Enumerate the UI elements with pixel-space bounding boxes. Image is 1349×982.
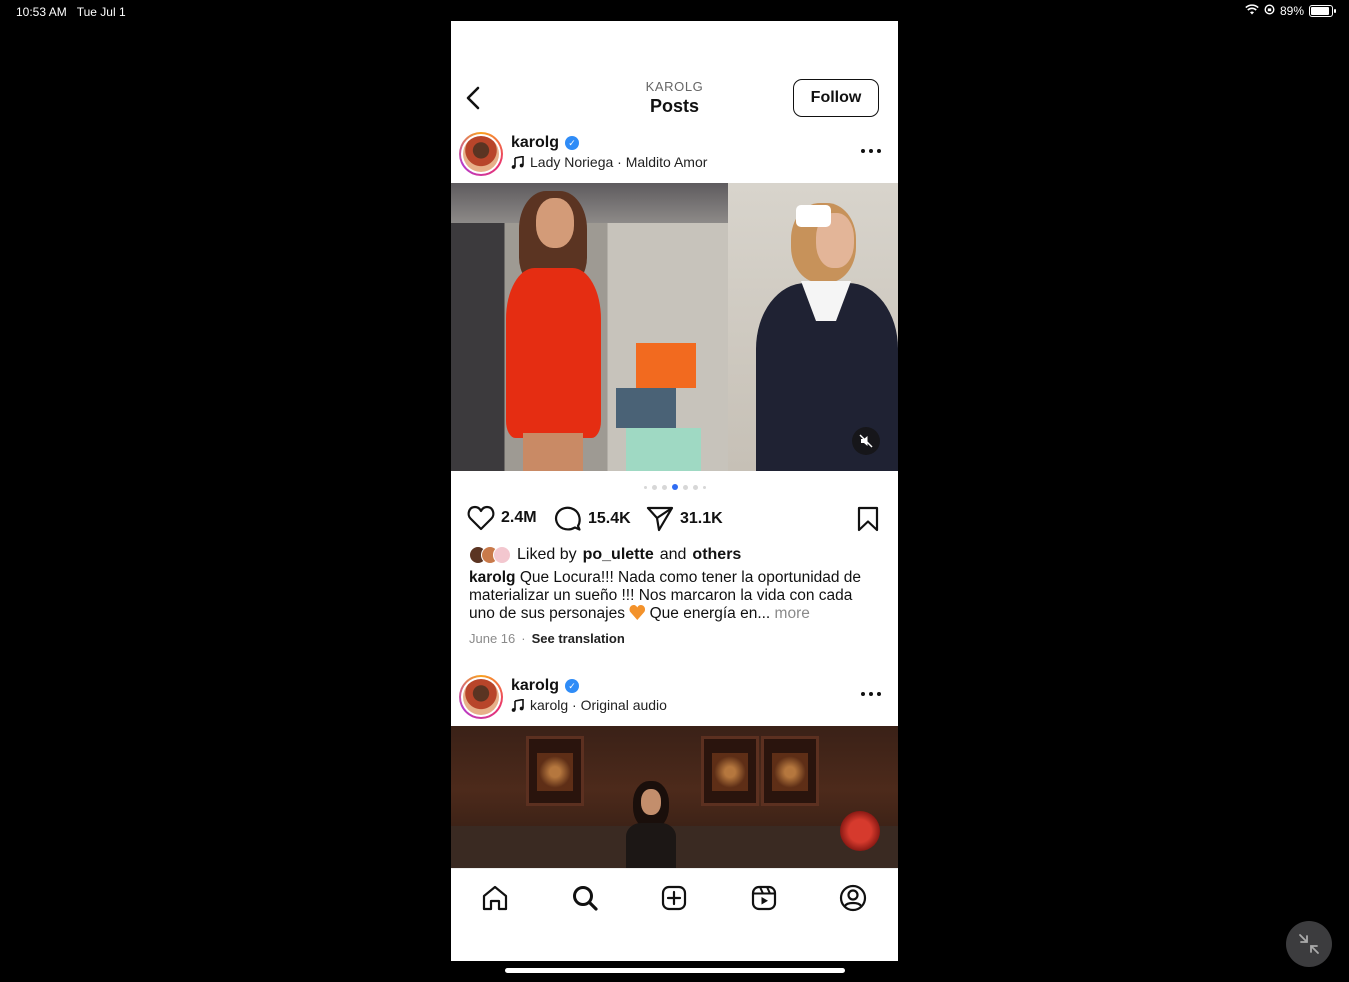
media-flowers — [840, 811, 880, 851]
liked-by-prefix: Liked by — [517, 546, 577, 563]
audio-label: karolg · Original audio — [530, 697, 667, 713]
post-header: karolg ✓ Lady Noriega · Maldito Amor — [451, 131, 898, 179]
media-orange-box — [636, 343, 696, 388]
avatar-image — [463, 679, 499, 715]
minimize-button[interactable] — [1286, 921, 1332, 967]
carousel-dot — [692, 484, 698, 490]
post-caption: karolg Que Locura!!! Nada como tener la … — [469, 569, 881, 623]
avatar[interactable] — [459, 675, 503, 719]
liker-avatar — [493, 546, 511, 564]
bottom-tab-bar — [451, 868, 898, 961]
more-options-icon[interactable] — [858, 684, 884, 704]
media-cabinet — [526, 736, 584, 806]
post-media-video[interactable] — [451, 726, 898, 868]
carousel-indicator — [451, 484, 898, 490]
tab-profile[interactable] — [836, 881, 870, 915]
battery-fill — [1311, 7, 1329, 15]
posts-header: KAROLG Posts Follow — [451, 77, 898, 135]
carousel-dot — [643, 485, 647, 489]
share-count: 31.1K — [680, 510, 723, 527]
avatar-image — [463, 136, 499, 172]
orange-heart-icon — [629, 605, 645, 620]
media-woman-nurse — [756, 203, 898, 471]
reels-icon — [751, 885, 777, 911]
post-username[interactable]: karolg — [511, 134, 559, 152]
media-cabinet — [761, 736, 819, 806]
media-woman-red-dress — [481, 183, 641, 471]
verified-badge-icon: ✓ — [565, 136, 580, 150]
search-icon — [573, 886, 598, 911]
carousel-dot — [702, 485, 706, 489]
more-options-icon[interactable] — [858, 141, 884, 161]
comment-count: 15.4K — [588, 510, 631, 527]
liker-avatars — [469, 546, 511, 564]
media-cabinet — [701, 736, 759, 806]
status-time: 10:53 AM — [16, 5, 67, 19]
like-count: 2.4M — [501, 509, 537, 526]
music-note-icon — [511, 155, 524, 169]
send-icon — [646, 506, 674, 532]
save-button[interactable] — [856, 506, 880, 537]
status-right: 89% — [1245, 4, 1336, 18]
mute-button[interactable] — [852, 427, 880, 455]
profile-icon — [839, 884, 867, 912]
carousel-dot — [651, 484, 657, 490]
comment-button[interactable]: 15.4K — [554, 505, 631, 533]
create-icon — [661, 885, 687, 911]
home-indicator[interactable] — [505, 968, 845, 973]
post-username[interactable]: karolg — [511, 677, 559, 695]
caption-more-link[interactable]: more — [775, 605, 810, 622]
audio-row[interactable]: karolg · Original audio — [511, 697, 667, 713]
share-button[interactable]: 31.1K — [646, 505, 723, 533]
tab-reels[interactable] — [747, 881, 781, 915]
avatar-ring — [461, 134, 501, 174]
carousel-dot-active — [671, 484, 678, 490]
audio-row[interactable]: Lady Noriega · Maldito Amor — [511, 154, 707, 170]
liked-by-others[interactable]: others — [692, 546, 741, 564]
media-woman-on-phone — [621, 781, 681, 868]
follow-button[interactable]: Follow — [793, 79, 879, 117]
carousel-dot — [661, 484, 667, 490]
audio-label: Lady Noriega · Maldito Amor — [530, 154, 708, 170]
carousel-dot — [682, 484, 688, 490]
tab-create[interactable] — [657, 881, 691, 915]
liked-by-user[interactable]: po_ulette — [583, 546, 654, 564]
minimize-arrows-icon — [1299, 934, 1319, 954]
username-row: karolg ✓ — [511, 134, 580, 152]
username-row: karolg ✓ — [511, 677, 580, 695]
post-actions: 2.4M 15.4K 31.1K — [451, 505, 898, 535]
post-date: June 16 — [469, 631, 516, 646]
wifi-icon — [1245, 4, 1259, 18]
verified-badge-icon: ✓ — [565, 679, 580, 693]
orientation-lock-icon — [1264, 4, 1275, 18]
liked-by-row[interactable]: Liked by po_ulette and others — [469, 546, 741, 564]
like-button[interactable]: 2.4M — [467, 505, 537, 531]
status-left: 10:53 AM Tue Jul 1 — [16, 5, 126, 19]
battery-percent: 89% — [1279, 4, 1304, 18]
post-meta: June 16 · See translation — [469, 631, 625, 646]
post-header: karolg ✓ karolg · Original audio — [451, 674, 898, 722]
post-media-image[interactable] — [451, 183, 898, 471]
caption-text-continued: Que energía en... — [649, 605, 771, 622]
avatar-ring — [461, 677, 501, 717]
speaker-muted-icon — [859, 434, 873, 448]
battery-icon — [1309, 5, 1336, 17]
home-icon — [482, 885, 508, 911]
music-note-icon — [511, 698, 524, 712]
caption-username[interactable]: karolg — [469, 569, 516, 586]
tab-search[interactable] — [568, 881, 602, 915]
see-translation-link[interactable]: See translation — [532, 631, 625, 646]
avatar[interactable] — [459, 132, 503, 176]
comment-icon — [554, 506, 581, 531]
meta-separator: · — [521, 631, 526, 646]
liked-by-and: and — [659, 546, 687, 563]
heart-icon — [467, 505, 495, 531]
bookmark-icon — [857, 506, 879, 532]
instagram-app-window: KAROLG Posts Follow karolg ✓ Lady Norieg… — [451, 21, 898, 961]
tab-home[interactable] — [478, 881, 512, 915]
status-date: Tue Jul 1 — [76, 5, 126, 19]
